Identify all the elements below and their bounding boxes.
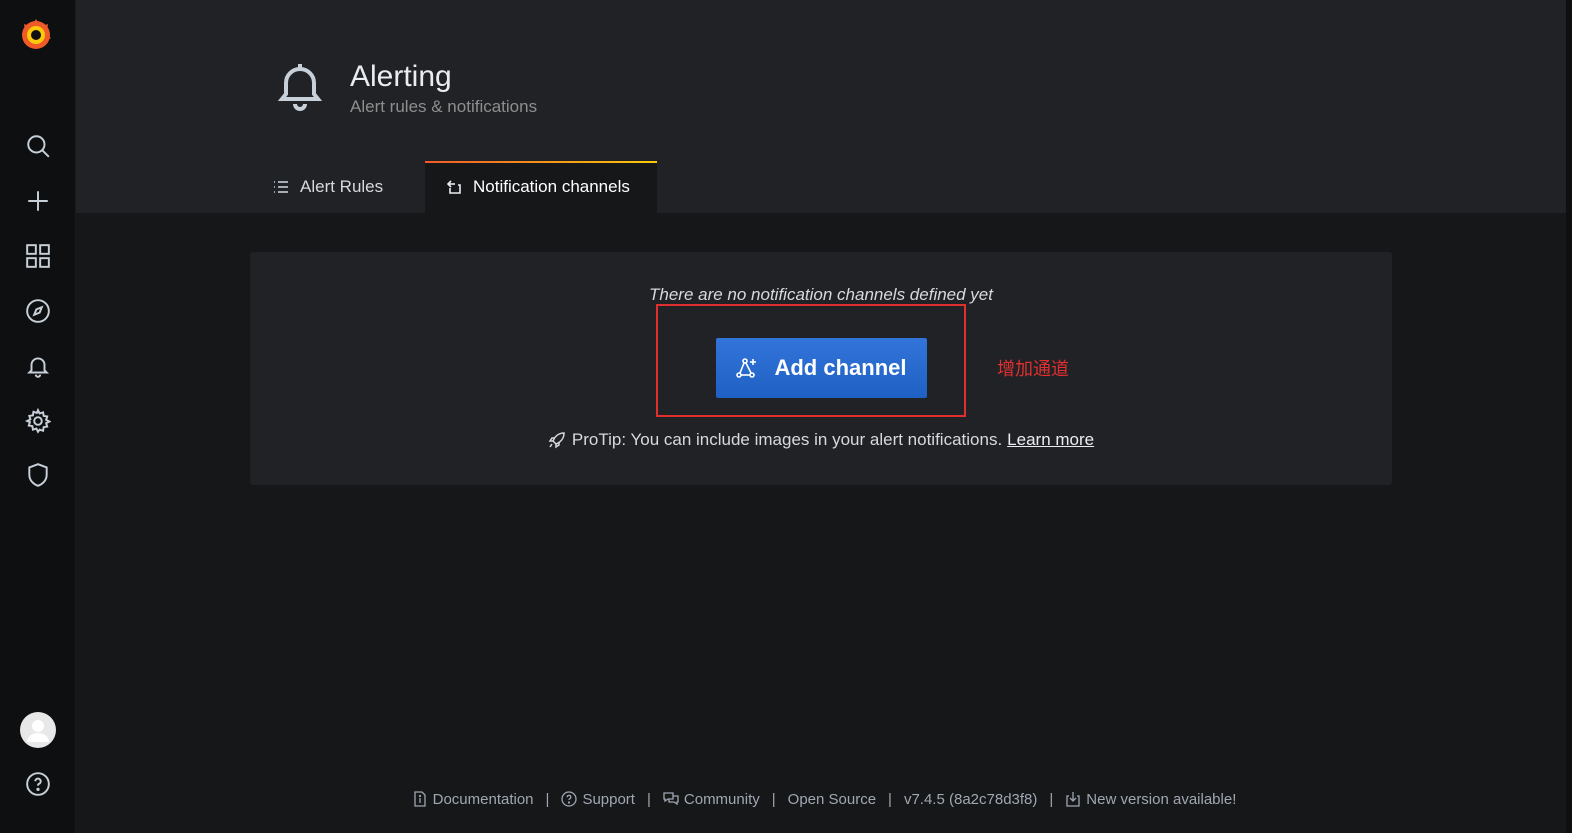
question-circle-icon	[561, 791, 578, 807]
add-channel-label: Add channel	[774, 355, 907, 380]
rocket-icon	[548, 432, 565, 449]
empty-message: There are no notification channels defin…	[648, 285, 993, 304]
footer-separator: |	[888, 790, 892, 808]
empty-list-panel: There are no notification channels defin…	[250, 252, 1392, 485]
sidebar-item-configuration[interactable]	[14, 399, 62, 443]
bell-icon	[276, 56, 324, 116]
footer-documentation-link[interactable]: Documentation	[412, 791, 534, 808]
sidebar-item-explore[interactable]	[14, 289, 62, 333]
cog-icon	[25, 408, 51, 434]
footer-open-source-label: Open Source	[787, 790, 877, 808]
download-alt-icon	[1066, 792, 1080, 807]
avatar-icon	[20, 712, 56, 748]
sidebar-item-alerting[interactable]	[14, 344, 62, 388]
grafana-logo-icon[interactable]	[14, 12, 58, 56]
page-subtitle: Alert rules & notifications	[350, 97, 538, 116]
list-icon	[274, 181, 288, 193]
page-title: Alerting	[350, 60, 452, 93]
bell-icon	[26, 357, 50, 378]
sidebar	[0, 0, 76, 833]
tab-alert-rules[interactable]: Alert Rules	[270, 161, 385, 213]
question-circle-icon	[26, 772, 50, 796]
document-info-icon	[413, 791, 426, 807]
sidebar-item-search[interactable]	[14, 124, 62, 168]
footer-support-label: Support	[582, 790, 635, 808]
page-header: Alerting Alert rules & notifications Ale…	[76, 0, 1572, 213]
footer-separator: |	[1049, 790, 1054, 808]
footer-new-version-label: New version available!	[1086, 790, 1237, 808]
footer-new-version-link[interactable]: New version available!	[1065, 791, 1236, 808]
sidebar-item-dashboards[interactable]	[14, 234, 62, 278]
footer-version-label: v7.4.5 (8a2c78d3f8)	[903, 790, 1038, 808]
protip: ProTip: You can include images in your a…	[250, 430, 1392, 450]
sidebar-item-help[interactable]	[14, 762, 62, 806]
compass-icon	[26, 299, 50, 323]
footer: Documentation | Support | Community | Op…	[76, 786, 1572, 812]
comments-icon	[663, 792, 679, 806]
search-icon	[27, 135, 50, 158]
footer-community-link[interactable]: Community	[663, 791, 760, 808]
annotation-label: 增加通道	[997, 359, 1069, 380]
sidebar-item-create[interactable]	[14, 179, 62, 223]
tab-notification-channels[interactable]: Notification channels	[425, 161, 657, 213]
sidebar-item-profile[interactable]	[14, 708, 62, 752]
channel-add-icon	[736, 358, 757, 378]
footer-support-link[interactable]: Support	[561, 791, 635, 808]
footer-open-source-link[interactable]: Open Source	[788, 791, 876, 808]
protip-text: ProTip: You can include images in your a…	[571, 430, 1003, 449]
comment-alt-share-icon	[446, 180, 461, 194]
add-channel-button[interactable]: Add channel	[716, 338, 927, 398]
tab-label: Alert Rules	[300, 177, 384, 196]
sidebar-item-server-admin[interactable]	[14, 453, 62, 497]
footer-separator: |	[646, 790, 651, 808]
apps-icon	[26, 244, 50, 268]
footer-separator: |	[771, 790, 776, 808]
footer-community-label: Community	[683, 790, 760, 808]
footer-version: v7.4.5 (8a2c78d3f8)	[904, 791, 1037, 808]
shield-icon	[28, 463, 48, 487]
footer-documentation-label: Documentation	[432, 790, 534, 808]
footer-separator: |	[545, 790, 550, 808]
window-edge	[1566, 0, 1572, 833]
plus-icon	[28, 191, 48, 211]
tab-label: Notification channels	[473, 177, 630, 196]
learn-more-link[interactable]: Learn more	[1007, 430, 1094, 450]
